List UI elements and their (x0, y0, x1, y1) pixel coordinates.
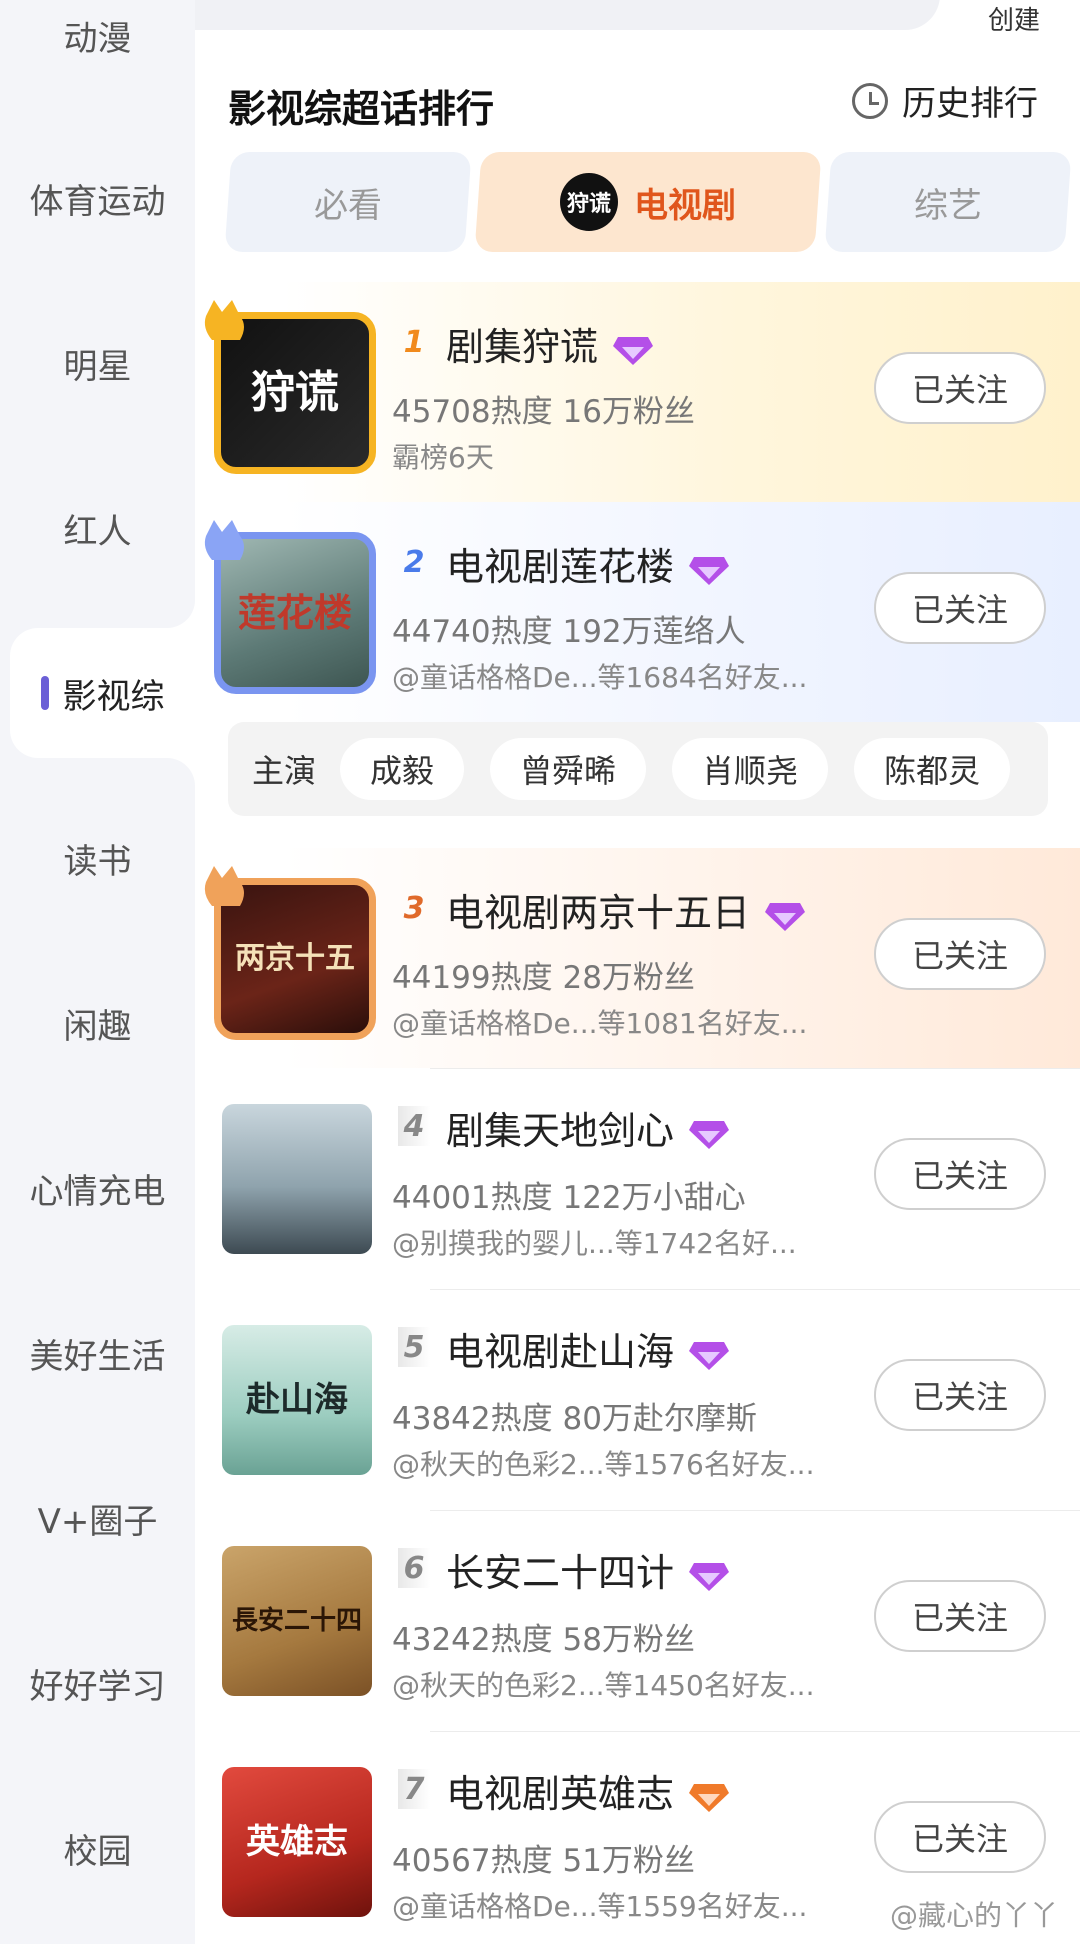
sidebar-item-campus[interactable]: 校园 (0, 1783, 195, 1913)
rank-number: 3 (403, 890, 425, 926)
topic-subtext: @童话格格De...等1559名好友... (392, 1890, 808, 1923)
topic-stats: 40567热度 51万粉丝 (392, 1843, 695, 1879)
row-divider (430, 1289, 1080, 1290)
rank-number: 6 (398, 1548, 430, 1588)
topic-name[interactable]: 长安二十四计 (446, 1542, 730, 1597)
diamond-icon (689, 1783, 730, 1812)
cast-chip[interactable]: 陈都灵 (854, 738, 1011, 800)
follow-button[interactable]: 已关注 (874, 572, 1046, 644)
topic-subtext: 霸榜6天 (392, 441, 494, 474)
cast-chip[interactable]: 肖顺尧 (672, 738, 829, 800)
rank-number: 2 (403, 544, 425, 580)
cast-chip[interactable]: 成毅 (340, 738, 465, 800)
topic-name[interactable]: 电视剧赴山海 (446, 1321, 730, 1376)
crown-badge-icon (204, 300, 244, 340)
diamond-icon (689, 1562, 730, 1591)
diamond-icon (689, 1120, 730, 1149)
topic-name[interactable]: 电视剧英雄志 (446, 1763, 730, 1818)
rank-number: 1 (403, 324, 425, 360)
follow-button[interactable]: 已关注 (874, 352, 1046, 424)
follow-button[interactable]: 已关注 (874, 918, 1046, 990)
follow-button[interactable]: 已关注 (874, 1359, 1046, 1431)
diamond-icon (689, 1341, 730, 1370)
sidebar-item-anime[interactable]: 动漫 (0, 0, 195, 100)
topic-stats: 44001热度 122万小甜心 (392, 1180, 746, 1216)
topic-name[interactable]: 电视剧莲花楼 (446, 536, 730, 591)
diamond-icon (613, 336, 654, 365)
topic-stats: 45708热度 16万粉丝 (392, 394, 695, 430)
tab-logo-icon: 狩谎 (560, 173, 618, 231)
sidebar-item-reading[interactable]: 读书 (0, 793, 195, 923)
row-divider (430, 1510, 1080, 1511)
crown-badge-icon (204, 520, 244, 560)
diamond-icon (765, 902, 806, 931)
sidebar-item-film-tv[interactable]: 影视综 (10, 628, 195, 758)
row-divider (430, 1068, 1080, 1069)
topic-stats: 43842热度 80万赴尔摩斯 (392, 1401, 757, 1437)
tab-tv-series[interactable]: 狩谎 电视剧 (474, 152, 822, 252)
active-indicator (40, 676, 49, 710)
rank-number: 7 (398, 1769, 430, 1809)
clock-icon (852, 82, 888, 119)
row-divider (430, 1731, 1080, 1732)
cast-label: 主演 (252, 752, 317, 790)
diamond-icon (689, 556, 730, 585)
topic-stats: 44199热度 28万粉丝 (392, 960, 695, 996)
crown-badge-icon (204, 866, 244, 906)
sidebar-item-stars[interactable]: 明星 (0, 298, 195, 428)
sidebar-item-life[interactable]: 美好生活 (0, 1288, 195, 1418)
topic-name[interactable]: 电视剧两京十五日 (446, 882, 806, 937)
history-ranking-button[interactable]: 历史排行 (852, 76, 1038, 125)
topic-subtext: @秋天的色彩2...等1576名好友... (392, 1448, 815, 1481)
poster-image: 長安二十四計 (222, 1546, 372, 1696)
topic-name[interactable]: 剧集狩谎 (446, 316, 654, 371)
page-title: 影视综超话排行 (228, 87, 495, 131)
follow-button[interactable]: 已关注 (874, 1580, 1046, 1652)
topic-subtext: @秋天的色彩2...等1450名好友... (392, 1669, 815, 1702)
topic-subtext: @童话格格De...等1081名好友... (392, 1007, 808, 1040)
cast-chip[interactable]: 曾舜晞 (490, 738, 647, 800)
sidebar-corner (160, 758, 195, 793)
sidebar-item-sports[interactable]: 体育运动 (0, 133, 195, 263)
topic-subtext: @别摸我的婴儿...等1742名好... (392, 1227, 797, 1260)
rank-number: 4 (398, 1106, 430, 1146)
poster-image (222, 1104, 372, 1254)
watermark-text: @藏心的丫丫 (889, 1899, 1058, 1932)
sidebar-corner (160, 593, 195, 628)
create-button[interactable]: 创建 (988, 0, 1040, 37)
topic-name[interactable]: 剧集天地剑心 (446, 1100, 730, 1155)
topic-stats: 44740热度 192万莲络人 (392, 614, 746, 650)
sidebar-item-study[interactable]: 好好学习 (0, 1618, 195, 1748)
follow-button[interactable]: 已关注 (874, 1138, 1046, 1210)
cast-strip: 主演 成毅 曾舜晞 肖顺尧 陈都灵 (228, 722, 1048, 816)
tab-must-watch[interactable]: 必看 (224, 152, 472, 252)
poster-image: 英雄志 (222, 1767, 372, 1917)
topic-stats: 43242热度 58万粉丝 (392, 1622, 695, 1658)
sidebar-item-mood[interactable]: 心情充电 (0, 1123, 195, 1253)
follow-button[interactable]: 已关注 (874, 1801, 1046, 1873)
topic-subtext: @童话格格De...等1684名好友... (392, 661, 808, 694)
sidebar-item-vplus[interactable]: V+圈子 (0, 1453, 195, 1583)
rank-number: 5 (398, 1327, 430, 1367)
sidebar-item-leisure[interactable]: 闲趣 (0, 958, 195, 1088)
sidebar-item-influencers[interactable]: 红人 (0, 463, 195, 593)
tab-variety[interactable]: 综艺 (824, 152, 1072, 252)
category-sidebar: 动漫 体育运动 明星 红人 影视综 读书 闲趣 心情充电 美好生活 V+圈子 好… (0, 0, 195, 1944)
poster-image: 赴山海 (222, 1325, 372, 1475)
